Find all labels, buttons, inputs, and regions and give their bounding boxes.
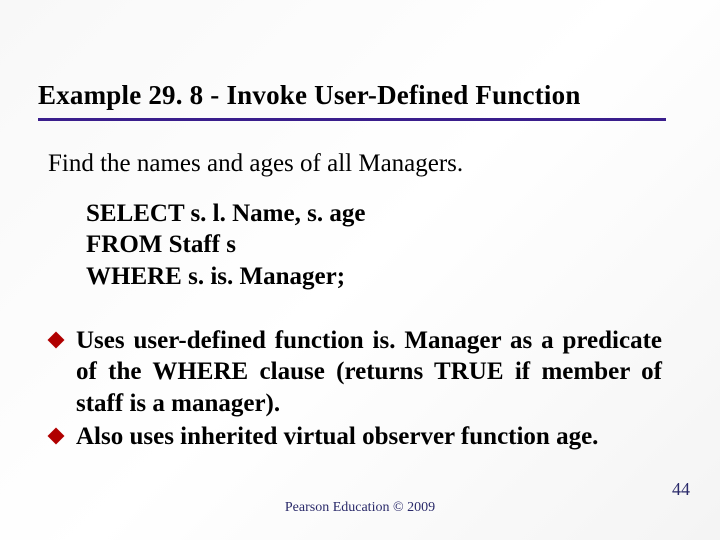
bullet-icon: [48, 427, 65, 444]
prompt-text: Find the names and ages of all Managers.: [48, 150, 463, 178]
list-item: Also uses inherited virtual observer fun…: [48, 421, 662, 452]
sql-line-3: WHERE s. is. Manager;: [86, 263, 345, 290]
sql-block: SELECT s. l. Name, s. age FROM Staff s W…: [86, 198, 365, 292]
list-item: Uses user-defined function is. Manager a…: [48, 325, 662, 419]
footer-text: Pearson Education © 2009: [0, 500, 720, 516]
bullet-icon: [48, 332, 65, 349]
sql-line-1: SELECT s. l. Name, s. age: [86, 200, 365, 227]
bullet-text: Uses user-defined function is. Manager a…: [76, 327, 662, 417]
sql-line-2: FROM Staff s: [86, 231, 236, 258]
bullet-list: Uses user-defined function is. Manager a…: [48, 325, 662, 454]
slide: Example 29. 8 - Invoke User-Defined Func…: [0, 0, 720, 540]
slide-title: Example 29. 8 - Invoke User-Defined Func…: [38, 80, 581, 111]
bullet-text: Also uses inherited virtual observer fun…: [76, 423, 598, 450]
page-number: 44: [672, 479, 690, 500]
title-underline: [38, 118, 666, 121]
